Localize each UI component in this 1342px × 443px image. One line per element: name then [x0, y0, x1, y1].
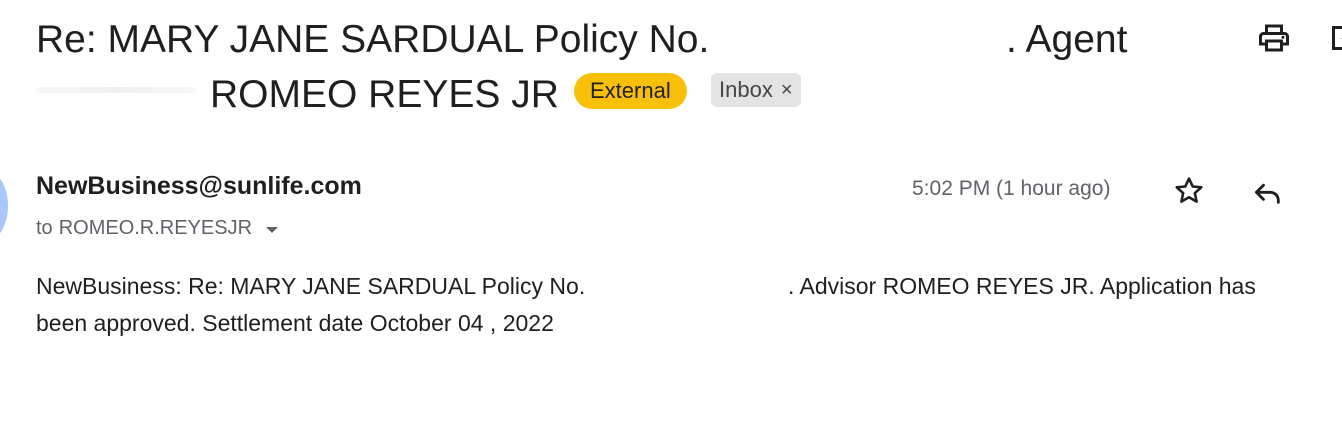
- body-text-line: NewBusiness: Re: MARY JANE SARDUAL Polic…: [36, 273, 586, 299]
- star-icon[interactable]: [1172, 174, 1206, 208]
- subject-agent-text: . Agent: [1006, 18, 1128, 61]
- reply-icon[interactable]: [1250, 176, 1284, 210]
- show-details-dropdown-icon[interactable]: [266, 226, 279, 233]
- inbox-label-text: Inbox: [719, 77, 773, 102]
- external-label: External: [574, 73, 687, 109]
- body-text-line: . Advisor ROMEO REYES JR. Application ha…: [788, 273, 1256, 299]
- subject-agent-name: ROMEO REYES JR: [210, 73, 559, 116]
- recipient-line: to ROMEO.R.REYESJR: [36, 217, 279, 240]
- open-in-new-window-icon[interactable]: [1326, 20, 1342, 56]
- sender-email[interactable]: NewBusiness@sunlife.com: [36, 172, 362, 201]
- redacted-area: [36, 87, 196, 93]
- body-text-line: been approved. Settlement date October 0…: [36, 310, 554, 336]
- sender-avatar[interactable]: [0, 170, 8, 242]
- recipient-name: ROMEO.R.REYESJR: [58, 217, 253, 239]
- print-icon[interactable]: [1256, 20, 1292, 56]
- remove-label-icon[interactable]: ×: [781, 73, 793, 107]
- subject-text: Re: MARY JANE SARDUAL Policy No.: [36, 18, 710, 61]
- inbox-label[interactable]: Inbox ×: [711, 73, 801, 107]
- to-prefix: to: [36, 217, 53, 239]
- message-timestamp: 5:02 PM (1 hour ago): [912, 177, 1111, 200]
